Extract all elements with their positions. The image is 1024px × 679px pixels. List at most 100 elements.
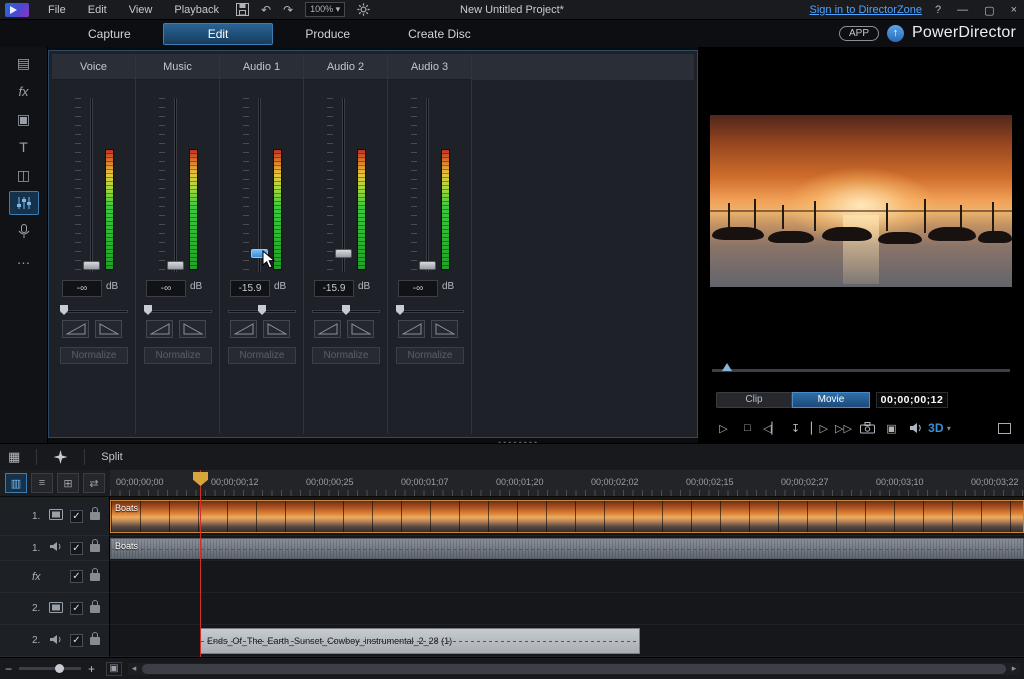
timeline-view-button[interactable]: ▥ bbox=[5, 473, 27, 493]
snapshot-camera-icon[interactable] bbox=[856, 417, 879, 439]
menu-playback[interactable]: Playback bbox=[163, 0, 230, 20]
scroll-left-arrow[interactable]: ◂ bbox=[128, 663, 140, 674]
track-enable-checkbox[interactable]: ✓ bbox=[70, 542, 83, 555]
movie-mode-button[interactable]: Movie bbox=[792, 392, 870, 408]
scrollbar-thumb[interactable] bbox=[142, 664, 1006, 674]
track-lock-icon[interactable] bbox=[90, 512, 100, 520]
voiceover-room-icon[interactable] bbox=[9, 219, 39, 243]
save-icon[interactable] bbox=[236, 3, 249, 16]
pan-handle[interactable] bbox=[258, 305, 266, 315]
subtitle-room-icon[interactable]: … bbox=[9, 247, 39, 271]
pan-handle[interactable] bbox=[396, 305, 404, 315]
pan-handle[interactable] bbox=[60, 305, 68, 315]
stop-button[interactable]: □ bbox=[736, 417, 759, 439]
fade-out-button[interactable] bbox=[347, 320, 374, 338]
title-room-icon[interactable]: T bbox=[9, 135, 39, 159]
upgrade-icon[interactable]: ↑ bbox=[887, 25, 904, 42]
fader-handle[interactable] bbox=[83, 261, 100, 270]
magic-tools-wand-icon[interactable] bbox=[45, 446, 76, 468]
close-button[interactable]: × bbox=[1008, 4, 1020, 16]
fullscreen-button[interactable] bbox=[993, 417, 1016, 439]
fade-in-button[interactable] bbox=[314, 320, 341, 338]
split-button[interactable]: Split bbox=[93, 446, 130, 468]
timeline-zoom-slider[interactable] bbox=[19, 667, 81, 670]
timeline-ruler[interactable]: 00;00;00;00 00;00;00;12 00;00;00;25 00;0… bbox=[110, 470, 1024, 497]
normalize-button[interactable]: Normalize bbox=[312, 347, 380, 364]
tab-produce[interactable]: Produce bbox=[279, 23, 376, 45]
pan-slider[interactable] bbox=[396, 305, 464, 317]
zoom-level-select[interactable]: 100% ▾ bbox=[305, 2, 345, 17]
clip-mode-button[interactable]: Clip bbox=[716, 392, 792, 408]
zoom-slider-handle[interactable] bbox=[55, 664, 64, 673]
track-enable-checkbox[interactable]: ✓ bbox=[70, 634, 83, 647]
fit-range-icon[interactable]: ⇄ bbox=[83, 473, 105, 493]
fade-in-button[interactable] bbox=[62, 320, 89, 338]
maximize-button[interactable]: ▢ bbox=[981, 4, 997, 17]
track-enable-checkbox[interactable]: ✓ bbox=[70, 602, 83, 615]
pan-slider[interactable] bbox=[60, 305, 128, 317]
fader-handle[interactable] bbox=[251, 249, 268, 258]
volume-fader[interactable] bbox=[252, 98, 266, 272]
audio-clip-boats[interactable]: Boats bbox=[110, 538, 1024, 559]
video-clip-boats[interactable]: Boats bbox=[110, 500, 1024, 533]
pan-handle[interactable] bbox=[342, 305, 350, 315]
fade-in-button[interactable] bbox=[146, 320, 173, 338]
signin-directorzone-link[interactable]: Sign in to DirectorZone bbox=[810, 4, 923, 16]
normalize-button[interactable]: Normalize bbox=[144, 347, 212, 364]
pan-slider[interactable] bbox=[312, 305, 380, 317]
volume-fader[interactable] bbox=[420, 98, 434, 272]
tab-edit[interactable]: Edit bbox=[163, 23, 274, 45]
pan-slider[interactable] bbox=[144, 305, 212, 317]
previous-frame-button[interactable]: ◁▏ bbox=[760, 417, 783, 439]
add-track-button[interactable]: ⊞ bbox=[57, 473, 79, 493]
timeline-horizontal-scrollbar[interactable]: ◂ ▸ bbox=[128, 663, 1020, 675]
help-button[interactable]: ? bbox=[932, 4, 944, 16]
track-manager-icon[interactable]: ▦ bbox=[0, 446, 28, 468]
fast-forward-button[interactable]: ▷▷ bbox=[832, 417, 855, 439]
fader-handle[interactable] bbox=[167, 261, 184, 270]
fit-timeline-button[interactable]: ▣ bbox=[106, 662, 122, 676]
normalize-button[interactable]: Normalize bbox=[396, 347, 464, 364]
timeline-zoom-in-button[interactable]: + bbox=[83, 662, 100, 676]
undo-icon[interactable]: ↶ bbox=[261, 3, 271, 17]
fader-handle[interactable] bbox=[335, 249, 352, 258]
track-lock-icon[interactable] bbox=[90, 637, 100, 645]
minimize-button[interactable]: — bbox=[954, 4, 971, 16]
track-lock-icon[interactable] bbox=[90, 544, 100, 552]
fade-out-button[interactable] bbox=[95, 320, 122, 338]
pan-slider[interactable] bbox=[228, 305, 296, 317]
capture-button[interactable]: ↧ bbox=[784, 417, 807, 439]
track-enable-checkbox[interactable]: ✓ bbox=[70, 510, 83, 523]
menu-view[interactable]: View bbox=[118, 0, 164, 20]
media-room-icon[interactable]: ▤ bbox=[9, 51, 39, 75]
menu-edit[interactable]: Edit bbox=[77, 0, 118, 20]
timeline-zoom-out-button[interactable]: − bbox=[0, 662, 17, 676]
3d-mode-button[interactable]: 3D ▾ bbox=[928, 417, 951, 439]
volume-fader[interactable] bbox=[168, 98, 182, 272]
next-frame-button[interactable]: ▏▷ bbox=[808, 417, 831, 439]
tab-capture[interactable]: Capture bbox=[62, 23, 157, 45]
transition-room-icon[interactable]: ◫ bbox=[9, 163, 39, 187]
fade-in-button[interactable] bbox=[398, 320, 425, 338]
menu-file[interactable]: File bbox=[37, 0, 77, 20]
normalize-button[interactable]: Normalize bbox=[228, 347, 296, 364]
storyboard-view-button[interactable]: ≡ bbox=[31, 473, 53, 493]
preview-seek-slider[interactable] bbox=[712, 369, 1010, 372]
settings-gear-icon[interactable] bbox=[357, 3, 370, 16]
app-badge[interactable]: APP bbox=[839, 26, 879, 41]
play-button[interactable]: ▷ bbox=[712, 417, 735, 439]
timecode-display[interactable]: 00;00;00;12 bbox=[876, 392, 948, 408]
fader-handle[interactable] bbox=[419, 261, 436, 270]
normalize-button[interactable]: Normalize bbox=[60, 347, 128, 364]
effect-room-icon[interactable]: fx bbox=[9, 79, 39, 103]
volume-icon[interactable] bbox=[904, 417, 927, 439]
scroll-right-arrow[interactable]: ▸ bbox=[1008, 663, 1020, 674]
track-lock-icon[interactable] bbox=[90, 573, 100, 581]
fade-in-button[interactable] bbox=[230, 320, 257, 338]
volume-fader[interactable] bbox=[336, 98, 350, 272]
fade-out-button[interactable] bbox=[263, 320, 290, 338]
pip-objects-room-icon[interactable]: ▣ bbox=[9, 107, 39, 131]
seek-handle[interactable] bbox=[722, 363, 732, 371]
extract-window-button[interactable]: ▣ bbox=[880, 417, 903, 439]
music-clip[interactable]: Ends_Of_The_Earth_Sunset_Cowboy_instrume… bbox=[200, 628, 640, 654]
